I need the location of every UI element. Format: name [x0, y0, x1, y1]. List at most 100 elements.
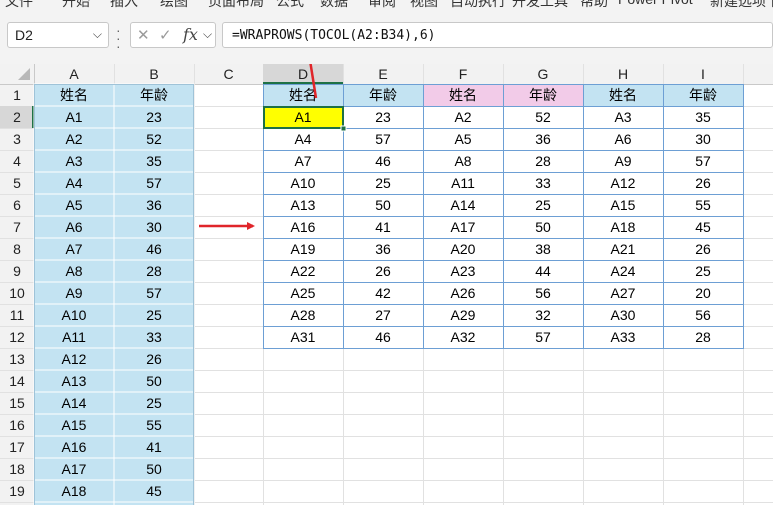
menu-item[interactable]: 自动执行	[450, 0, 506, 8]
row-header-10[interactable]: 10	[9, 285, 25, 301]
result-cell-value: A8	[454, 153, 471, 169]
menu-item[interactable]: 公式	[276, 0, 304, 8]
result-cell-value: A22	[291, 263, 316, 279]
cancel-icon[interactable]: ✕	[137, 26, 150, 44]
source-cell-value: 35	[146, 153, 162, 169]
menu-item[interactable]: 数据	[320, 0, 348, 8]
result-cell-value: A27	[611, 285, 636, 301]
menu-item[interactable]: 页面布局	[208, 0, 264, 8]
row-header-3[interactable]: 3	[13, 131, 21, 147]
result-cell-value: 56	[535, 285, 551, 301]
row-header-7[interactable]: 7	[13, 219, 21, 235]
result-cell-value: 27	[375, 307, 391, 323]
chevron-down-icon[interactable]: ⌵	[203, 27, 212, 42]
row-header-15[interactable]: 15	[9, 395, 25, 411]
source-cell-value: A2	[65, 131, 82, 147]
row-header-14[interactable]: 14	[9, 373, 25, 389]
row-header-5[interactable]: 5	[13, 175, 21, 191]
result-cell-value: 50	[375, 197, 391, 213]
result-cell-value: 25	[695, 263, 711, 279]
row-header-17[interactable]: 17	[9, 439, 25, 455]
result-cell-value: 20	[695, 285, 711, 301]
result-header-label: 姓名	[609, 87, 637, 103]
source-cell-value: A11	[62, 329, 86, 345]
result-header-label: 年龄	[369, 87, 397, 103]
source-cell-value: A13	[62, 373, 87, 389]
result-cell-value: A11	[451, 175, 475, 191]
result-cell-value: A31	[291, 329, 316, 345]
column-header-f[interactable]: F	[459, 66, 468, 82]
row-header-18[interactable]: 18	[9, 461, 25, 477]
result-header-label: 年龄	[529, 87, 557, 103]
result-cell-value: A21	[611, 241, 636, 257]
row-header-16[interactable]: 16	[9, 417, 25, 433]
row-header-11[interactable]: 11	[10, 307, 25, 323]
menu-item[interactable]: 视图	[410, 0, 438, 8]
column-header-d[interactable]: D	[298, 66, 308, 82]
spreadsheet-grid[interactable]: ABCDEFGHI1234567891011121314151617181920…	[0, 64, 773, 505]
row-header-12[interactable]: 12	[9, 329, 25, 345]
source-cell-value: A12	[62, 351, 87, 367]
result-cell-value: A28	[291, 307, 316, 323]
menu-item[interactable]: 帮助	[580, 0, 608, 8]
menu-item[interactable]: Power Pivot	[618, 0, 693, 7]
result-cell-value: A14	[451, 197, 476, 213]
row-header-2[interactable]: 2	[13, 109, 21, 125]
row-header-19[interactable]: 19	[9, 483, 25, 499]
chevron-down-icon[interactable]: ⌵	[93, 27, 102, 42]
menu-item[interactable]: 绘图	[160, 0, 188, 8]
column-header-e[interactable]: E	[378, 66, 387, 82]
source-header-label: 姓名	[60, 87, 88, 103]
row-header-13[interactable]: 13	[9, 351, 25, 367]
more-options-icon[interactable]: · · ·	[116, 23, 121, 53]
result-cell-value: 26	[695, 175, 711, 191]
column-header-a[interactable]: A	[69, 66, 79, 82]
row-header-1[interactable]: 1	[13, 87, 21, 103]
name-box[interactable]: D2 ⌵	[7, 22, 109, 48]
result-cell-value: A13	[291, 197, 316, 213]
menu-item[interactable]: 文件	[5, 0, 33, 8]
result-cell-value: 46	[375, 329, 391, 345]
menu-item[interactable]: 新建选项卡	[710, 0, 773, 8]
column-header-c[interactable]: C	[223, 66, 233, 82]
formula-input[interactable]: =WRAPROWS(TOCOL(A2:B34),6)	[222, 22, 773, 48]
result-cell-value: 25	[375, 175, 391, 191]
menu-item[interactable]: 审阅	[368, 0, 396, 8]
result-cell-value: A18	[611, 219, 636, 235]
result-cell-value: 26	[375, 263, 391, 279]
result-cell-value: A25	[291, 285, 316, 301]
result-cell-value: 52	[535, 109, 551, 125]
result-cell-value: 44	[535, 263, 551, 279]
name-box-value: D2	[15, 27, 33, 43]
column-header-g[interactable]: G	[538, 66, 549, 82]
insert-function-icon[interactable]: fx	[183, 25, 198, 44]
source-cell-value: 52	[146, 131, 162, 147]
source-cell-value: A18	[62, 483, 87, 499]
menu-item[interactable]: 开始	[62, 0, 90, 8]
row-header-9[interactable]: 9	[13, 263, 21, 279]
result-header-label: 年龄	[689, 87, 717, 103]
source-cell-value: A15	[62, 417, 87, 433]
column-header-h[interactable]: H	[618, 66, 628, 82]
source-cell-value: 36	[146, 197, 162, 213]
fill-handle[interactable]	[340, 125, 347, 132]
result-cell-value: A33	[611, 329, 636, 345]
source-cell-value: A14	[62, 395, 87, 411]
source-cell-value: 28	[146, 263, 162, 279]
column-header-b[interactable]: B	[149, 66, 158, 82]
source-cell-value: A10	[62, 307, 87, 323]
result-cell-value: A30	[611, 307, 636, 323]
row-header-4[interactable]: 4	[13, 153, 21, 169]
result-cell-value: A6	[614, 131, 631, 147]
row-header-8[interactable]: 8	[13, 241, 21, 257]
enter-icon[interactable]: ✓	[159, 26, 172, 44]
column-header-i[interactable]: I	[701, 66, 705, 82]
source-cell-value: 33	[146, 329, 162, 345]
source-cell-value: 45	[146, 483, 162, 499]
result-cell-value: 28	[695, 329, 711, 345]
row-header-6[interactable]: 6	[13, 197, 21, 213]
source-cell-value: A3	[65, 153, 82, 169]
menu-item[interactable]: 插入	[110, 0, 138, 8]
source-cell-value: A6	[65, 219, 82, 235]
menu-item[interactable]: 开发工具	[512, 0, 568, 8]
